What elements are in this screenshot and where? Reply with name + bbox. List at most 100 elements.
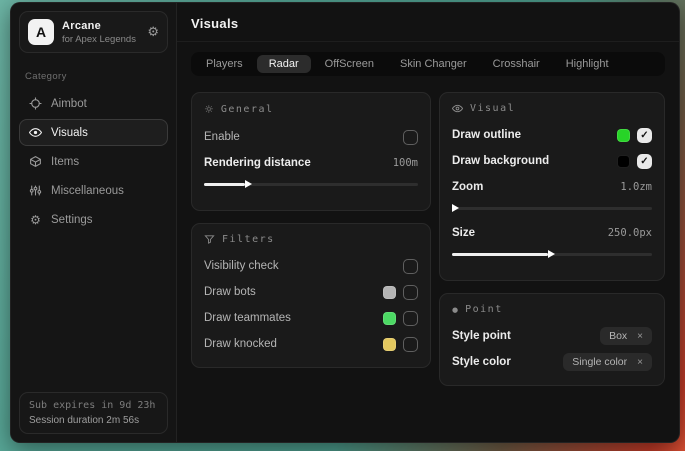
brand-card: A Arcane for Apex Legends ⚙	[19, 11, 168, 53]
setting-label: Draw teammates	[204, 312, 291, 324]
setting-label: Zoom	[452, 181, 483, 193]
setting-row-draw-bots: Draw bots	[204, 281, 418, 303]
sidebar-item-label: Settings	[51, 214, 93, 226]
sidebar-item-miscellaneous[interactable]: Miscellaneous	[19, 177, 168, 204]
panel-title: Point	[465, 304, 503, 315]
draw-knocked-color-swatch[interactable]	[383, 338, 396, 351]
setting-label: Draw background	[452, 155, 549, 167]
box-icon	[29, 155, 42, 168]
funnel-icon	[204, 234, 215, 245]
app-logo: A	[28, 19, 54, 45]
subscription-card: Sub expires in 9d 23h Session duration 2…	[19, 392, 168, 434]
sidebar-item-visuals[interactable]: Visuals	[19, 119, 168, 146]
size-value: 250.0px	[608, 227, 652, 239]
visibility-check-checkbox[interactable]	[403, 259, 418, 274]
panel-general: ☼ General Enable Rendering distance 100m	[191, 92, 431, 211]
setting-row-zoom: Zoom 1.0zm	[452, 176, 652, 198]
panel-title: General	[221, 104, 274, 115]
sidebar-item-settings[interactable]: ⚙ Settings	[19, 206, 168, 233]
app-subtitle: for Apex Legends	[62, 34, 139, 45]
eye-icon	[452, 103, 463, 114]
setting-row-draw-knocked: Draw knocked	[204, 333, 418, 355]
sidebar-item-label: Items	[51, 156, 79, 168]
enable-checkbox[interactable]	[403, 130, 418, 145]
chip-remove-icon[interactable]: ×	[637, 331, 643, 342]
tab-offscreen[interactable]: OffScreen	[313, 55, 386, 73]
setting-label: Draw knocked	[204, 338, 277, 350]
sliders-icon	[29, 184, 42, 197]
setting-label: Size	[452, 227, 475, 239]
setting-label: Draw outline	[452, 129, 521, 141]
tab-bar: Players Radar OffScreen Skin Changer Cro…	[191, 52, 665, 76]
size-slider[interactable]	[452, 248, 652, 260]
sidebar-item-label: Aimbot	[51, 98, 87, 110]
setting-row-draw-outline: Draw outline	[452, 124, 652, 146]
setting-label: Rendering distance	[204, 157, 311, 169]
tab-radar[interactable]: Radar	[257, 55, 311, 73]
panel-point: ● Point Style point Box × Style color	[439, 293, 665, 386]
panel-title: Filters	[222, 234, 275, 245]
panel-title: Visual	[470, 103, 515, 114]
rendering-distance-slider[interactable]	[204, 178, 418, 190]
crosshair-icon	[29, 97, 42, 110]
panel-filters: Filters Visibility check Draw bots	[191, 223, 431, 368]
tab-skin-changer[interactable]: Skin Changer	[388, 55, 479, 73]
draw-background-checkbox[interactable]	[637, 154, 652, 169]
dot-icon: ●	[452, 306, 458, 314]
sidebar-item-aimbot[interactable]: Aimbot	[19, 90, 168, 117]
draw-background-color-swatch[interactable]	[617, 155, 630, 168]
main-area: Visuals Players Radar OffScreen Skin Cha…	[177, 3, 679, 442]
settings-content: ☼ General Enable Rendering distance 100m	[177, 76, 679, 402]
app-name: Arcane	[62, 20, 139, 32]
draw-knocked-checkbox[interactable]	[403, 337, 418, 352]
setting-row-visibility-check: Visibility check	[204, 255, 418, 277]
chip-value: Single color	[572, 356, 627, 368]
setting-row-size: Size 250.0px	[452, 222, 652, 244]
main-header: Visuals	[177, 3, 679, 42]
setting-row-draw-background: Draw background	[452, 150, 652, 172]
tab-crosshair[interactable]: Crosshair	[481, 55, 552, 73]
sidebar-item-items[interactable]: Items	[19, 148, 168, 175]
style-color-chip[interactable]: Single color ×	[563, 353, 652, 371]
zoom-value: 1.0zm	[620, 181, 652, 193]
setting-label: Enable	[204, 131, 240, 143]
slider-fill[interactable]	[452, 253, 548, 256]
draw-outline-color-swatch[interactable]	[617, 129, 630, 142]
tab-players[interactable]: Players	[194, 55, 255, 73]
setting-label: Style point	[452, 330, 511, 342]
sidebar-nav: Aimbot Visuals Items Miscellaneous	[19, 90, 168, 233]
setting-row-enable: Enable	[204, 126, 418, 148]
gear-icon: ⚙	[29, 213, 42, 226]
tab-highlight[interactable]: Highlight	[554, 55, 621, 73]
page-title: Visuals	[191, 16, 665, 31]
sub-expiry-text: Sub expires in 9d 23h	[29, 400, 158, 411]
setting-label: Visibility check	[204, 260, 279, 272]
rendering-distance-value: 100m	[393, 157, 418, 169]
panel-visual: Visual Draw outline Draw background	[439, 92, 665, 281]
app-window: A Arcane for Apex Legends ⚙ Category Aim…	[10, 2, 680, 443]
settings-icon[interactable]: ⚙	[147, 25, 159, 40]
draw-bots-checkbox[interactable]	[403, 285, 418, 300]
sun-icon: ☼	[204, 103, 214, 116]
draw-outline-checkbox[interactable]	[637, 128, 652, 143]
chip-remove-icon[interactable]: ×	[637, 357, 643, 368]
setting-row-rendering-distance: Rendering distance 100m	[204, 152, 418, 174]
eye-icon	[29, 126, 42, 139]
slider-fill[interactable]	[204, 183, 245, 186]
setting-label: Draw bots	[204, 286, 256, 298]
style-point-chip[interactable]: Box ×	[600, 327, 652, 345]
setting-row-draw-teammates: Draw teammates	[204, 307, 418, 329]
chip-value: Box	[609, 330, 627, 342]
setting-label: Style color	[452, 356, 511, 368]
setting-row-style-color: Style color Single color ×	[452, 351, 652, 373]
sidebar: A Arcane for Apex Legends ⚙ Category Aim…	[11, 3, 177, 442]
category-label: Category	[25, 71, 162, 82]
draw-teammates-color-swatch[interactable]	[383, 312, 396, 325]
draw-bots-color-swatch[interactable]	[383, 286, 396, 299]
sidebar-item-label: Miscellaneous	[51, 185, 124, 197]
setting-row-style-point: Style point Box ×	[452, 325, 652, 347]
zoom-slider[interactable]	[452, 202, 652, 214]
draw-teammates-checkbox[interactable]	[403, 311, 418, 326]
session-duration-text: Session duration 2m 56s	[29, 415, 158, 426]
sidebar-item-label: Visuals	[51, 127, 88, 139]
